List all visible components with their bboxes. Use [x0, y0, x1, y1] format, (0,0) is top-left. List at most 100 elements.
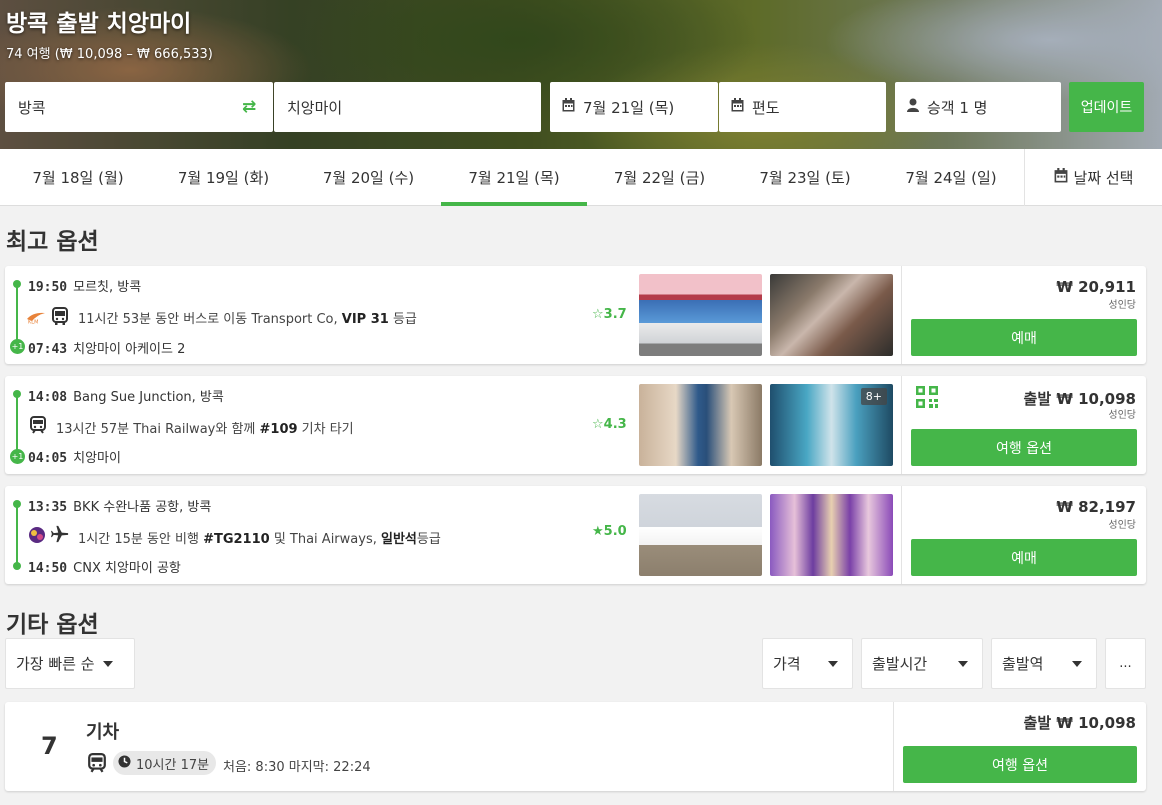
date-select-button[interactable]: 날짜 선택	[1024, 149, 1162, 206]
timeline-dot	[13, 390, 21, 398]
duration-chip: 10시간 17분	[113, 751, 217, 775]
trip-description: 13시간 57분 Thai Railway와 함께 #109 기차 타기	[56, 422, 354, 437]
per-adult: 성인당	[1108, 410, 1136, 421]
departure-row: 13:35 BKK 수완나품 공항, 방콕	[28, 496, 211, 515]
price-filter-label: 가격	[773, 655, 801, 673]
mode-title: 기차	[86, 722, 120, 743]
per-adult: 성인당	[1108, 300, 1136, 311]
timeline-line	[16, 502, 18, 566]
book-button[interactable]: 예매	[911, 539, 1137, 576]
date-tab[interactable]: 7월 20일 (수)	[296, 149, 441, 206]
update-button[interactable]: 업데이트	[1069, 82, 1144, 132]
sort-label: 가장 빠른 순	[16, 655, 95, 673]
arrival-row: 04:05 치앙마이	[28, 447, 121, 466]
date-tab[interactable]: 7월 24일 (일)	[878, 149, 1024, 206]
star-icon: ★	[592, 524, 604, 539]
travel-options-button[interactable]: 여행 옵션	[903, 746, 1137, 783]
caret-down-icon	[958, 660, 968, 667]
timeline-dot	[13, 280, 21, 288]
other-options-title: 기타 옵션	[6, 612, 99, 638]
user-icon	[907, 98, 919, 116]
departure-place: BKK 수완나품 공항, 방콕	[73, 500, 212, 515]
other-result-card-train[interactable]: 7 기차 10시간 17분 처음: 8:30 마지막: 22:24 출발 ₩ 1…	[5, 702, 1146, 791]
plane-icon	[51, 524, 69, 548]
trip-description: 11시간 53분 동안 버스로 이동 Transport Co, VIP 31 …	[78, 312, 417, 327]
date-tab[interactable]: 7월 18일 (월)	[5, 149, 151, 206]
star-icon: ☆	[592, 307, 604, 322]
train-berth-photo[interactable]: 8+	[770, 384, 893, 466]
svg-text:KLM: KLM	[28, 320, 38, 325]
calendar-icon	[731, 98, 744, 116]
timeline-line	[16, 282, 18, 346]
more-photos-badge[interactable]: 8+	[860, 388, 887, 405]
next-day-badge: +1	[10, 339, 25, 354]
caret-down-icon	[1072, 660, 1082, 667]
airplane-seats-photo[interactable]	[770, 494, 893, 576]
price-column: ₩ 20,911 성인당 예매	[901, 266, 1146, 364]
price-column: ₩ 82,197 성인당 예매	[901, 486, 1146, 584]
date-tab[interactable]: 7월 19일 (화)	[151, 149, 296, 206]
rating: ★5.0	[592, 524, 627, 539]
return-date-input[interactable]: 편도	[719, 82, 886, 132]
page-subtitle: 74 여행 (₩ 10,098 – ₩ 666,533)	[6, 47, 213, 62]
swap-icon[interactable]: ⇄	[242, 97, 256, 117]
departure-row: 19:50 모르칫, 방콕	[28, 276, 141, 295]
clock-icon	[118, 754, 131, 772]
passengers-value: 승객 1 명	[927, 98, 988, 117]
price: 출발 ₩ 10,098	[1023, 714, 1136, 732]
per-adult: 성인당	[1108, 520, 1136, 531]
price-filter[interactable]: 가격	[762, 638, 853, 689]
star-icon: ☆	[592, 417, 604, 432]
bus-interior-photo[interactable]	[770, 274, 893, 356]
next-day-badge: +1	[10, 449, 25, 464]
airplane-photo[interactable]	[639, 494, 762, 576]
passengers-input[interactable]: 승객 1 명	[895, 82, 1061, 132]
train-interior-photo[interactable]	[639, 384, 762, 466]
departure-station-filter[interactable]: 출발역	[991, 638, 1097, 689]
result-card-bus[interactable]: +1 19:50 모르칫, 방콕 KLM 11시간 53분 동안 버스로 이동 T…	[5, 266, 1146, 364]
depart-date-value: 7월 21일 (목)	[583, 98, 675, 117]
arrival-row: 07:43 치앙마이 아케이드 2	[28, 338, 185, 357]
depart-date-input[interactable]: 7월 21일 (목)	[550, 82, 718, 132]
result-card-train[interactable]: +1 14:08 Bang Sue Junction, 방콕 13시간 57분 T…	[5, 376, 1146, 474]
date-tabs: 7월 18일 (월) 7월 19일 (화) 7월 20일 (수) 7월 21일 …	[0, 149, 1162, 206]
from-input[interactable]: 방콕	[5, 82, 273, 132]
arrival-place: 치앙마이	[73, 451, 121, 466]
date-tab[interactable]: 7월 23일 (토)	[732, 149, 878, 206]
sort-dropdown[interactable]: 가장 빠른 순	[5, 638, 135, 689]
bus-icon	[52, 307, 68, 329]
rating-value: 5.0	[603, 524, 627, 539]
arrival-time: 07:43	[28, 342, 68, 357]
operator-logo-icon: KLM	[26, 309, 46, 328]
departure-time-filter[interactable]: 출발시간	[861, 638, 983, 689]
departure-place: Bang Sue Junction, 방콕	[73, 390, 224, 405]
caret-down-icon	[102, 660, 113, 667]
book-button[interactable]: 예매	[911, 319, 1137, 356]
travel-options-button[interactable]: 여행 옵션	[911, 429, 1137, 466]
qr-code-icon	[916, 386, 938, 413]
timeline-dot	[13, 562, 21, 570]
departure-time: 14:08	[28, 390, 68, 405]
more-filters-button[interactable]: ...	[1105, 638, 1146, 689]
arrival-time: 04:05	[28, 451, 68, 466]
best-options-title: 최고 옵션	[6, 229, 99, 255]
departure-place: 모르칫, 방콕	[73, 280, 142, 295]
date-tab-active[interactable]: 7월 21일 (목)	[441, 149, 587, 206]
price-column: 출발 ₩ 10,098 여행 옵션	[893, 702, 1146, 791]
airline-logo-icon	[27, 526, 47, 548]
result-card-flight[interactable]: 13:35 BKK 수완나품 공항, 방콕 1시간 15분 동안 비행 #TG21…	[5, 486, 1146, 584]
price: ₩ 82,197	[1056, 498, 1136, 516]
price: ₩ 20,911	[1056, 278, 1136, 296]
to-input[interactable]: 치앙마이	[274, 82, 541, 132]
calendar-icon	[562, 98, 575, 116]
duration-value: 10시간 17분	[136, 757, 210, 773]
timeline-dot	[13, 500, 21, 508]
bus-exterior-photo[interactable]	[639, 274, 762, 356]
date-tab[interactable]: 7월 22일 (금)	[587, 149, 732, 206]
departure-row: 14:08 Bang Sue Junction, 방콕	[28, 386, 224, 405]
from-value: 방콕	[18, 98, 46, 117]
departure-time-filter-label: 출발시간	[872, 655, 928, 673]
arrival-place: 치앙마이 아케이드 2	[73, 342, 186, 357]
date-select-label: 날짜 선택	[1073, 169, 1134, 187]
caret-down-icon	[828, 660, 838, 667]
